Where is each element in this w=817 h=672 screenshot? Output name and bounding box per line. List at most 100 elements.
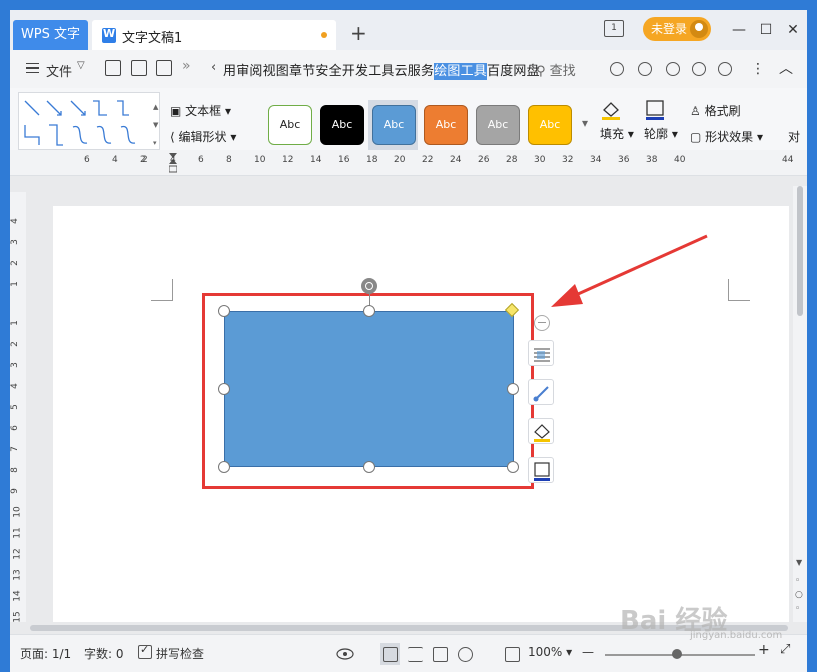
document-tab[interactable]: 文字文稿1: [92, 20, 336, 50]
login-button[interactable]: 未登录: [643, 17, 711, 41]
text-wrap-button[interactable]: [528, 340, 554, 366]
shape-style-button[interactable]: [528, 379, 554, 405]
export-pdf-icon[interactable]: [131, 60, 147, 76]
zoom-level[interactable]: 100% ▾: [528, 645, 572, 659]
scroll-tabs-left-button[interactable]: ‹: [211, 60, 216, 75]
zoom-slider-knob[interactable]: [672, 649, 682, 659]
fill-label: 填充: [600, 127, 625, 141]
format-painter-button[interactable]: ♙ 格式刷: [690, 102, 741, 119]
margin-corner-top-right: [728, 279, 750, 301]
svg-text:▾: ▾: [153, 139, 157, 147]
shape-style-2[interactable]: Abc: [320, 105, 364, 145]
annotation-arrow: [551, 234, 708, 307]
collapse-ribbon-icon[interactable]: ︿: [774, 57, 798, 81]
shape-fill-button[interactable]: [528, 418, 554, 444]
ruler-tick-label: 2: [142, 155, 148, 165]
vertical-scrollbar[interactable]: ▼ ◦ ○ ◦: [793, 186, 807, 622]
settings-gear-icon[interactable]: [718, 62, 732, 76]
edit-shape-button[interactable]: ⟨ 编辑形状 ▾: [170, 128, 236, 145]
tab-baidu-netdisk[interactable]: 百度网盘: [487, 64, 540, 79]
save-icon[interactable]: [105, 60, 121, 76]
ruler-tick-label: 28: [506, 155, 518, 165]
hamburger-menu-icon[interactable]: [26, 63, 39, 73]
next-page-icon[interactable]: ◦: [795, 604, 800, 614]
prev-page-icon[interactable]: ◦: [795, 576, 800, 586]
spell-check-label[interactable]: 拼写检查: [156, 645, 204, 662]
shape-style-4[interactable]: Abc: [424, 105, 468, 145]
fill-button[interactable]: 填充 ▾: [600, 98, 634, 142]
shape-style-1[interactable]: Abc: [268, 105, 312, 145]
scroll-down-icon[interactable]: ▼: [796, 558, 802, 567]
resize-handle-bottom-right[interactable]: [507, 461, 519, 473]
select-browse-icon[interactable]: ○: [795, 590, 803, 600]
shape-gallery[interactable]: ▲ ▼ ▾: [18, 92, 160, 150]
style-gallery-more-icon[interactable]: ▾: [582, 116, 588, 130]
ruler-tick-label: 1: [10, 281, 20, 287]
page-count-icon[interactable]: 1: [604, 20, 624, 37]
web-view-icon[interactable]: [458, 647, 473, 662]
resize-handle-left[interactable]: [218, 383, 230, 395]
vertical-ruler[interactable]: 4 3 2 1 1 2 3 4 5 6 7 8 9 10 11 12 13 14 15: [10, 192, 26, 623]
document-title: 文字文稿1: [122, 31, 183, 46]
print-icon[interactable]: [156, 60, 172, 76]
align-button[interactable]: 对: [788, 128, 800, 145]
ribbon-tabs[interactable]: 用审阅视图章节安全开发工具云服务绘图工具百度网盘: [223, 60, 540, 80]
ruler-tick-label: 9: [10, 488, 20, 494]
chevron-down-icon[interactable]: ▽: [77, 60, 85, 71]
collapse-tools-icon[interactable]: [534, 315, 550, 331]
cloud-sync-icon[interactable]: [610, 62, 624, 76]
shape-effects-icon: ▢: [690, 130, 702, 144]
eye-protection-icon[interactable]: [336, 648, 354, 660]
horizontal-ruler[interactable]: 6 4 2 2 4 6 8 10 12 14 16 18 20 22 24 26 28 30 32 34 36 38 40 4…: [10, 150, 807, 176]
ruler-tick-label: 44: [782, 155, 794, 165]
ruler-tick-label: 2: [10, 341, 20, 347]
tab-drawing-tools[interactable]: 绘图工具: [434, 63, 488, 80]
ribbon-tabs-inactive[interactable]: 用审阅视图章节安全开发工具云服务: [223, 64, 434, 79]
file-menu[interactable]: 文件: [46, 61, 72, 80]
fit-page-icon[interactable]: [505, 647, 520, 662]
resize-handle-bottom-left[interactable]: [218, 461, 230, 473]
search-button[interactable]: ⚲ 查找: [536, 60, 576, 79]
ruler-tick-label: 38: [646, 155, 658, 165]
shape-style-5[interactable]: Abc: [476, 105, 520, 145]
scrollbar-thumb[interactable]: [797, 186, 803, 316]
ruler-tick-label: 40: [674, 155, 686, 165]
reading-view-icon[interactable]: [433, 647, 448, 662]
share-user-icon[interactable]: [638, 62, 652, 76]
rotate-handle-icon[interactable]: [361, 278, 377, 294]
outline-view-icon[interactable]: [408, 647, 423, 662]
word-count[interactable]: 字数: 0: [84, 645, 124, 662]
minimize-button[interactable]: —: [727, 18, 751, 42]
comment-icon[interactable]: [666, 62, 680, 76]
zoom-in-button[interactable]: +: [758, 642, 770, 658]
outline-button[interactable]: 轮廓 ▾: [644, 98, 678, 142]
resize-handle-top-left[interactable]: [218, 305, 230, 317]
spell-check-icon[interactable]: [138, 643, 152, 659]
shape-effects-button[interactable]: ▢ 形状效果 ▾: [690, 128, 763, 145]
page-view-icon[interactable]: [383, 647, 398, 662]
zoom-out-button[interactable]: —: [582, 645, 594, 659]
fullscreen-icon[interactable]: ⤢: [780, 642, 790, 657]
resize-handle-bottom[interactable]: [363, 461, 375, 473]
close-button[interactable]: ✕: [781, 18, 805, 42]
upload-icon[interactable]: [692, 62, 706, 76]
more-quick-access-button[interactable]: »: [182, 58, 191, 74]
wps-home-tab[interactable]: WPS 文字: [13, 20, 88, 50]
resize-handle-top[interactable]: [363, 305, 375, 317]
zoom-value: 100%: [528, 645, 563, 659]
selected-rectangle-shape[interactable]: [224, 311, 514, 467]
shape-style-3[interactable]: Abc: [372, 105, 416, 145]
maximize-button[interactable]: ☐: [754, 18, 778, 42]
text-box-button[interactable]: ▣ 文本框 ▾: [170, 102, 231, 119]
shape-style-6[interactable]: Abc: [528, 105, 572, 145]
page-indicator[interactable]: 页面: 1/1: [20, 645, 71, 662]
new-tab-button[interactable]: +: [350, 23, 367, 43]
format-painter-label: 格式刷: [704, 104, 741, 118]
more-options-icon[interactable]: ⋮: [746, 57, 770, 81]
outline-icon: [534, 462, 550, 481]
shape-effects-label: 形状效果: [705, 130, 754, 144]
shape-outline-button[interactable]: [528, 457, 554, 483]
wps-window: WPS 文字 文字文稿1 + 1 未登录 — ☐ ✕ 文件 ▽ » ‹ 用审阅视…: [10, 10, 807, 672]
resize-handle-right[interactable]: [507, 383, 519, 395]
outline-label: 轮廓: [644, 127, 669, 141]
